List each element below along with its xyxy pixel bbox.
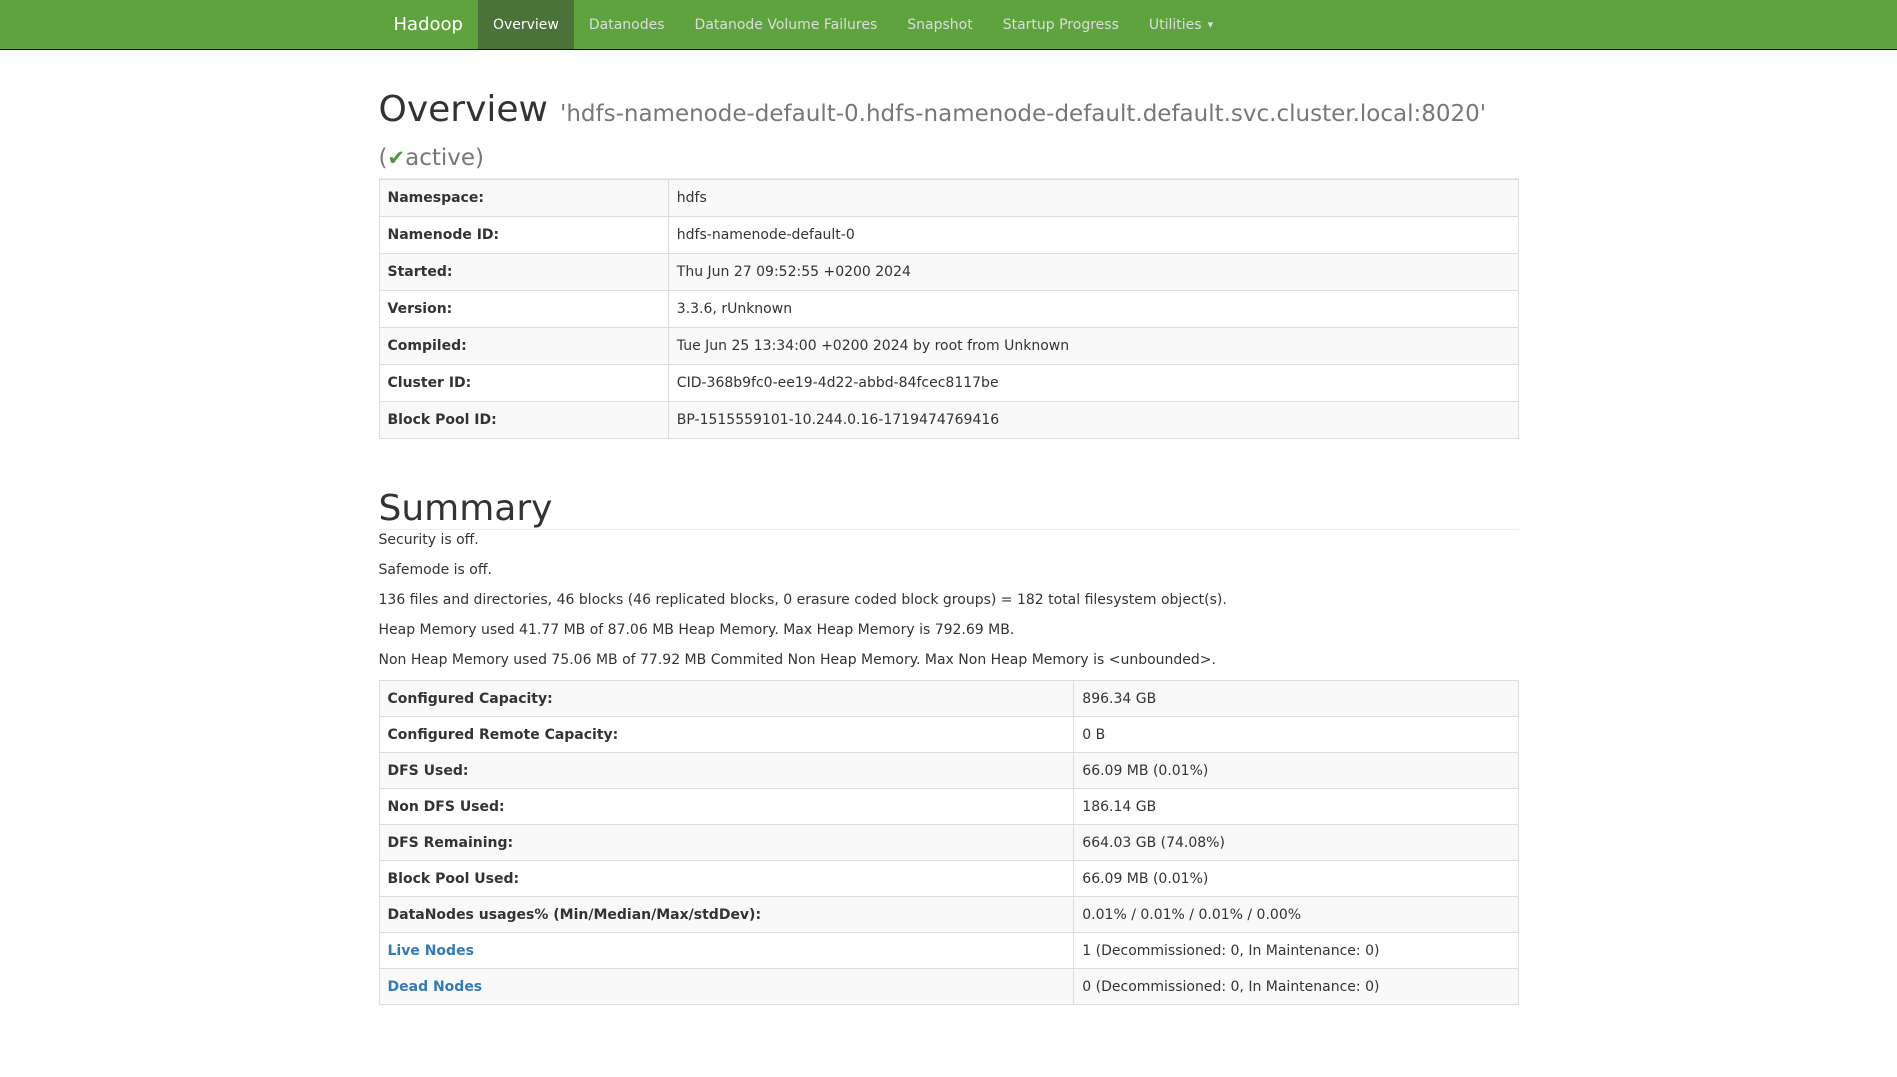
nav-item-snapshot-label: Snapshot: [907, 17, 972, 33]
table-row: Cluster ID: CID-368b9fc0-ee19-4d22-abbd-…: [379, 365, 1518, 402]
info-value-version: 3.3.6, rUnknown: [668, 291, 1518, 328]
info-label-compiled: Compiled:: [379, 328, 668, 365]
table-row: Configured Remote Capacity: 0 B: [379, 717, 1518, 753]
summary-value-configured-remote-capacity: 0 B: [1074, 717, 1518, 753]
namenode-address: 'hdfs-namenode-default-0.hdfs-namenode-d…: [560, 101, 1486, 127]
nav-item-utilities-label: Utilities: [1149, 17, 1202, 33]
info-value-compiled: Tue Jun 25 13:34:00 +0200 2024 by root f…: [668, 328, 1518, 365]
table-row: Non DFS Used: 186.14 GB: [379, 789, 1518, 825]
table-row: Namespace: hdfs: [379, 180, 1518, 217]
table-row: DFS Used: 66.09 MB (0.01%): [379, 753, 1518, 789]
info-label-namenode-id: Namenode ID:: [379, 217, 668, 254]
table-row: Compiled: Tue Jun 25 13:34:00 +0200 2024…: [379, 328, 1518, 365]
summary-security-status: Security is off.: [379, 530, 1519, 550]
summary-value-dfs-used: 66.09 MB (0.01%): [1074, 753, 1518, 789]
check-icon: ✔: [387, 146, 405, 170]
table-row: Live Nodes 1 (Decommissioned: 0, In Main…: [379, 933, 1518, 969]
page-title-text: Overview: [379, 89, 549, 130]
caret-down-icon: ▾: [1208, 19, 1214, 30]
table-row: Version: 3.3.6, rUnknown: [379, 291, 1518, 328]
page-title: Overview 'hdfs-namenode-default-0.hdfs-na…: [379, 90, 1519, 178]
info-value-namenode-id: hdfs-namenode-default-0: [668, 217, 1518, 254]
nav-item-datanode-volume-failures[interactable]: Datanode Volume Failures: [680, 0, 893, 49]
summary-value-block-pool-used: 66.09 MB (0.01%): [1074, 861, 1518, 897]
summary-value-live-nodes: 1 (Decommissioned: 0, In Maintenance: 0): [1074, 933, 1518, 969]
nav-item-utilities-dropdown[interactable]: Utilities ▾: [1134, 0, 1228, 49]
table-row: Block Pool Used: 66.09 MB (0.01%): [379, 861, 1518, 897]
summary-label-dfs-remaining: DFS Remaining:: [379, 825, 1074, 861]
summary-label-non-dfs-used: Non DFS Used:: [379, 789, 1074, 825]
table-row: DataNodes usages% (Min/Median/Max/stdDev…: [379, 897, 1518, 933]
info-value-namespace: hdfs: [668, 180, 1518, 217]
nav-item-startup-progress-label: Startup Progress: [1003, 17, 1119, 33]
table-row: Configured Capacity: 896.34 GB: [379, 681, 1518, 717]
brand-hadoop[interactable]: Hadoop: [379, 0, 478, 49]
live-nodes-link[interactable]: Live Nodes: [388, 943, 474, 959]
summary-label-dfs-used: DFS Used:: [379, 753, 1074, 789]
page-container: Overview 'hdfs-namenode-default-0.hdfs-na…: [364, 90, 1534, 1005]
summary-label-datanode-usages: DataNodes usages% (Min/Median/Max/stdDev…: [379, 897, 1074, 933]
info-label-started: Started:: [379, 254, 668, 291]
nav-item-datanodes-label: Datanodes: [589, 17, 665, 33]
navbar-container: Hadoop Overview Datanodes Datanode Volum…: [364, 0, 1534, 49]
summary-value-non-dfs-used: 186.14 GB: [1074, 789, 1518, 825]
status-badge: active): [405, 145, 484, 171]
summary-value-configured-capacity: 896.34 GB: [1074, 681, 1518, 717]
summary-text-block: Security is off. Safemode is off. 136 fi…: [379, 530, 1519, 670]
info-value-cluster-id: CID-368b9fc0-ee19-4d22-abbd-84fcec8117be: [668, 365, 1518, 402]
summary-heap-memory: Heap Memory used 41.77 MB of 87.06 MB He…: [379, 620, 1519, 640]
info-label-cluster-id: Cluster ID:: [379, 365, 668, 402]
table-row: Started: Thu Jun 27 09:52:55 +0200 2024: [379, 254, 1518, 291]
info-value-started: Thu Jun 27 09:52:55 +0200 2024: [668, 254, 1518, 291]
summary-label-configured-capacity: Configured Capacity:: [379, 681, 1074, 717]
summary-label-block-pool-used: Block Pool Used:: [379, 861, 1074, 897]
summary-label-dead-nodes: Dead Nodes: [379, 969, 1074, 1005]
table-row: Dead Nodes 0 (Decommissioned: 0, In Main…: [379, 969, 1518, 1005]
table-row: Namenode ID: hdfs-namenode-default-0: [379, 217, 1518, 254]
summary-value-dfs-remaining: 664.03 GB (74.08%): [1074, 825, 1518, 861]
nav-item-datanode-volume-failures-label: Datanode Volume Failures: [695, 17, 878, 33]
table-row: Block Pool ID: BP-1515559101-10.244.0.16…: [379, 402, 1518, 439]
nav-item-startup-progress[interactable]: Startup Progress: [988, 0, 1134, 49]
info-label-block-pool-id: Block Pool ID:: [379, 402, 668, 439]
table-row: DFS Remaining: 664.03 GB (74.08%): [379, 825, 1518, 861]
info-label-namespace: Namespace:: [379, 180, 668, 217]
summary-heading: Summary: [379, 489, 1519, 529]
summary-non-heap-memory: Non Heap Memory used 75.06 MB of 77.92 M…: [379, 650, 1519, 670]
nav-item-overview[interactable]: Overview: [478, 0, 574, 49]
summary-table: Configured Capacity: 896.34 GB Configure…: [379, 680, 1519, 1005]
dead-nodes-link[interactable]: Dead Nodes: [388, 979, 483, 995]
summary-filesystem-objects: 136 files and directories, 46 blocks (46…: [379, 590, 1519, 610]
info-label-version: Version:: [379, 291, 668, 328]
top-navbar: Hadoop Overview Datanodes Datanode Volum…: [0, 0, 1897, 50]
summary-value-datanode-usages: 0.01% / 0.01% / 0.01% / 0.00%: [1074, 897, 1518, 933]
nav-item-datanodes[interactable]: Datanodes: [574, 0, 680, 49]
nav-item-snapshot[interactable]: Snapshot: [892, 0, 987, 49]
summary-safemode-status: Safemode is off.: [379, 560, 1519, 580]
summary-label-configured-remote-capacity: Configured Remote Capacity:: [379, 717, 1074, 753]
summary-value-dead-nodes: 0 (Decommissioned: 0, In Maintenance: 0): [1074, 969, 1518, 1005]
info-value-block-pool-id: BP-1515559101-10.244.0.16-1719474769416: [668, 402, 1518, 439]
summary-label-live-nodes: Live Nodes: [379, 933, 1074, 969]
namenode-info-table: Namespace: hdfs Namenode ID: hdfs-nameno…: [379, 179, 1519, 439]
nav-item-overview-label: Overview: [493, 17, 559, 33]
